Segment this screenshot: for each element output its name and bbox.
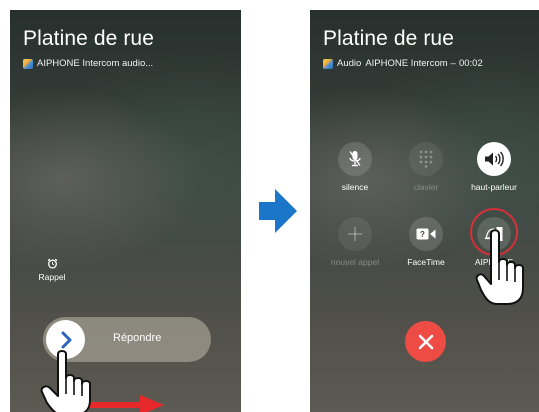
svg-text:?: ? <box>420 230 425 239</box>
incoming-call-screen: Platine de rue AIPHONE Intercom audio...… <box>10 10 241 412</box>
close-icon <box>418 334 433 349</box>
add-call-button[interactable]: nouvel appel <box>320 217 390 267</box>
keypad-icon <box>419 150 433 168</box>
keypad-button[interactable]: clavier <box>391 142 461 192</box>
app-icon <box>23 58 33 69</box>
keypad-label: clavier <box>413 182 439 192</box>
add-call-label: nouvel appel <box>330 257 380 267</box>
caller-name: Platine de rue <box>23 27 154 50</box>
remind-me-button[interactable]: Rappel <box>32 258 72 282</box>
call-subtitle: AIPHONE Intercom audio... <box>23 58 153 69</box>
speaker-label: haut-parleur <box>471 182 517 192</box>
pointing-hand-icon <box>40 350 91 412</box>
speaker-button[interactable]: haut-parleur <box>459 142 529 192</box>
app-icon <box>323 58 333 69</box>
caller-name: Platine de rue <box>323 27 454 50</box>
mic-muted-icon <box>349 151 361 167</box>
alarm-clock-icon <box>47 258 57 269</box>
chevron-right-icon <box>61 331 71 348</box>
call-subtitle: Audio AIPHONE Intercom – 00:02 <box>323 58 483 69</box>
transition-arrow <box>259 189 297 233</box>
video-camera-icon: ? <box>416 228 436 240</box>
call-subtitle-text: AIPHONE Intercom audio... <box>37 58 154 69</box>
call-separator: – <box>450 58 456 69</box>
active-call-screen: Platine de rue Audio AIPHONE Intercom – … <box>310 10 539 412</box>
pointing-hand-icon <box>475 229 524 305</box>
speaker-icon <box>485 151 504 167</box>
call-timer: 00:02 <box>458 58 483 69</box>
plus-icon <box>348 227 362 241</box>
facetime-label: FaceTime <box>407 257 445 267</box>
remind-me-label: Rappel <box>38 272 66 282</box>
answer-label: Répondre <box>113 332 162 344</box>
mute-label: silence <box>341 182 369 192</box>
call-app-name: AIPHONE Intercom <box>365 58 448 69</box>
mute-button[interactable]: silence <box>320 142 390 192</box>
call-type: Audio <box>337 58 362 69</box>
end-call-button[interactable] <box>405 321 446 362</box>
facetime-button[interactable]: ? FaceTime <box>391 217 461 267</box>
